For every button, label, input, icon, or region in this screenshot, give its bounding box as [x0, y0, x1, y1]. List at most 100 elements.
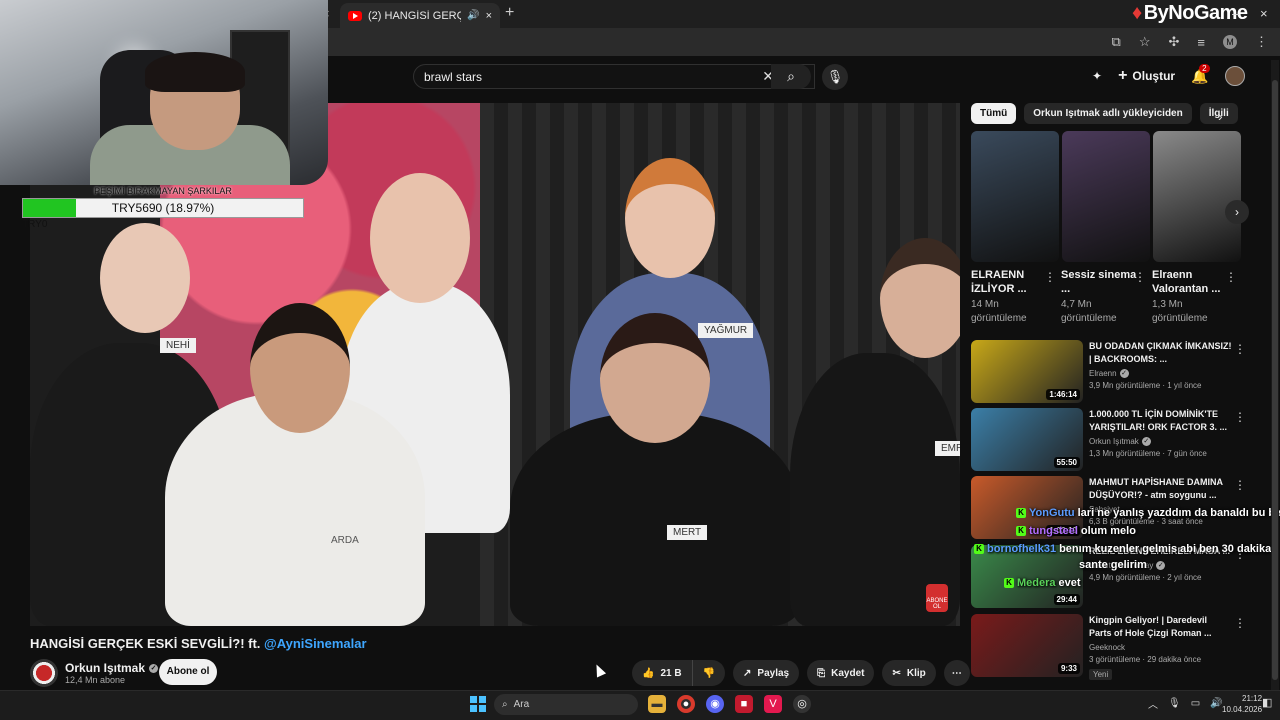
donation-goal-title: PEŞİMİ BIRAKMAYAN ŞARKILAR — [94, 186, 232, 196]
profile-avatar[interactable]: M — [1223, 35, 1237, 49]
notifications-button[interactable]: 🔔 2 — [1191, 63, 1210, 85]
channel-avatar[interactable] — [30, 659, 58, 687]
window-close-button[interactable]: × — [1260, 6, 1268, 21]
create-button[interactable]: + Oluştur — [1118, 67, 1175, 85]
channel-name-row[interactable]: Orkun Işıtmak ✓ — [65, 661, 159, 675]
donation-goal-bar: TRY5690 (18.97%) — [22, 198, 304, 218]
short-menu-icon[interactable]: ⋮ — [1225, 270, 1237, 284]
shorts-next-button[interactable]: › — [1225, 200, 1249, 224]
toolbar-icons: ⧉ ☆ ✣ ≡ M ⋮ — [1112, 34, 1268, 50]
related-menu-icon[interactable]: ⋮ — [1234, 616, 1246, 630]
short-thumbnail[interactable] — [1062, 131, 1150, 262]
volume-tray-icon[interactable]: 🔊 — [1210, 698, 1222, 709]
app-red-icon[interactable]: ■ — [735, 695, 753, 713]
clip-label: Klip — [906, 667, 926, 679]
share-button[interactable]: ↗ Paylaş — [733, 660, 800, 686]
more-actions-button[interactable]: ⋯ — [943, 660, 970, 686]
notification-center-icon[interactable]: ◧ — [1262, 696, 1272, 709]
steam-icon[interactable]: ◎ — [793, 695, 811, 713]
tray-expand-icon[interactable]: ︿ — [1148, 696, 1158, 711]
windows-start-icon[interactable] — [470, 696, 486, 712]
browser-tab-youtube[interactable]: (2) HANGİSİ GERÇEK ESKİ S 🔊 × — [340, 3, 500, 28]
new-tab-button[interactable]: + — [505, 4, 514, 22]
short-info[interactable]: Sessiz sinema ... 4,7 Mn görüntüleme ⋮ — [1061, 268, 1146, 326]
taskbar-apps: ▬ ● ◉ ■ V ◎ — [648, 695, 811, 713]
chat-username: bornofhelk31 — [987, 543, 1057, 555]
display-tray-icon[interactable]: ▭ — [1191, 698, 1200, 709]
flame-icon: ♦ — [1132, 2, 1142, 24]
save-button[interactable]: ⎘ Kaydet — [807, 660, 875, 686]
search-button[interactable]: ⌕ — [771, 64, 811, 89]
short-info[interactable]: Elraenn Valorantan ... 1,3 Mn görüntülem… — [1152, 268, 1237, 326]
video-thumbnail[interactable]: 55:50 — [971, 408, 1083, 471]
browser-menu-icon[interactable]: ⋮ — [1255, 34, 1268, 50]
taskbar-search[interactable]: ⌕ Ara — [494, 694, 638, 715]
related-video[interactable]: 9:33 Kingpin Geliyor! | Daredevil Parts … — [971, 614, 1246, 680]
video-actions: 👍 21 B 👎 ↗ Paylaş ⎘ Kaydet ✂ Klip ⋯ — [632, 660, 970, 686]
channel-name[interactable]: Orkun Işıtmak — [65, 661, 145, 675]
chip-all[interactable]: Tümü — [971, 103, 1017, 124]
like-dislike-group: 👍 21 B 👎 — [632, 660, 726, 686]
bookmark-star-icon[interactable]: ☆ — [1139, 34, 1151, 50]
tab-close-icon[interactable]: × — [486, 10, 492, 22]
related-menu-icon[interactable]: ⋮ — [1234, 410, 1246, 424]
short-menu-icon[interactable]: ⋮ — [1044, 270, 1056, 284]
verified-check-icon: ✓ — [1141, 437, 1151, 446]
voice-search-button[interactable]: 🎙 — [822, 64, 848, 90]
verified-check-icon: ✓ — [1156, 561, 1166, 570]
video-title-mention-link[interactable]: @AyniSinemalar — [264, 636, 367, 651]
related-meta: 3,9 Mn görüntüleme · 1 yıl önce — [1089, 381, 1202, 390]
related-channel[interactable]: Orkun Işıtmak ✓ — [1089, 437, 1232, 446]
chat-text: benım kuzenler gelmis abi ben 30 dakika — [1059, 543, 1272, 555]
scrollbar-thumb[interactable] — [1272, 80, 1278, 680]
taskbar-clock[interactable]: 21:12 10.04.2026 — [1222, 693, 1262, 715]
valorant-icon[interactable]: V — [764, 695, 782, 713]
related-title[interactable]: Kingpin Geliyor! | Daredevil Parts of Ho… — [1089, 614, 1232, 640]
related-title[interactable]: BU ODADAN ÇIKMAK İMKANSIZ! | BACKROOMS: … — [1089, 340, 1232, 366]
short-info[interactable]: ELRAENN İZLİYOR ... 14 Mn görüntüleme ⋮ — [971, 268, 1056, 326]
short-menu-icon[interactable]: ⋮ — [1134, 270, 1146, 284]
related-video[interactable]: 55:50 1.000.000 TL İÇİN DOMİNİK'TE YARIŞ… — [971, 408, 1246, 472]
related-channel[interactable]: Elraenn ✓ — [1089, 369, 1232, 378]
video-title-text: HANGİSİ GERÇEK ESKİ SEVGİLİ?! ft. — [30, 636, 265, 651]
person-center-back-head — [370, 173, 470, 303]
video-thumbnail[interactable]: 1:46:14 — [971, 340, 1083, 403]
short-thumbnail[interactable] — [971, 131, 1059, 262]
like-button[interactable]: 👍 21 B — [632, 660, 693, 686]
thumbs-up-icon: 👍 — [642, 667, 655, 679]
webcam-streamer-hair — [145, 52, 245, 92]
video-thumbnail[interactable]: 9:33 — [971, 614, 1083, 677]
related-channel[interactable]: Geeknock — [1089, 643, 1232, 652]
cast-icon[interactable]: ⧉ — [1112, 34, 1121, 50]
extensions-icon[interactable]: ✣ — [1169, 34, 1180, 50]
related-menu-icon[interactable]: ⋮ — [1234, 478, 1246, 492]
short-views: 4,7 Mn görüntüleme — [1061, 299, 1117, 324]
new-badge: Yeni — [1089, 669, 1113, 680]
file-explorer-icon[interactable]: ▬ — [648, 695, 666, 713]
chrome-icon[interactable]: ● — [677, 695, 695, 713]
discord-icon[interactable]: ◉ — [706, 695, 724, 713]
related-meta: 4,9 Mn görüntüleme · 2 yıl önce — [1089, 573, 1202, 582]
video-duration: 29:44 — [1053, 594, 1080, 605]
clip-button[interactable]: ✂ Klip — [882, 660, 936, 686]
bookmark-icon: ⎘ — [817, 667, 826, 679]
subscribe-watermark-badge[interactable]: ABONE OL — [926, 584, 948, 612]
chips-next-icon[interactable]: › — [1218, 108, 1223, 124]
media-control-icon[interactable]: ≡ — [1197, 35, 1205, 50]
related-video[interactable]: 1:46:14 BU ODADAN ÇIKMAK İMKANSIZ! | BAC… — [971, 340, 1246, 404]
subscribe-button[interactable]: Abone ol — [159, 659, 217, 685]
dislike-button[interactable]: 👎 — [693, 668, 725, 679]
related-title[interactable]: MAHMUT HAPİSHANE DAMINA DÜŞÜYOR!? - atm … — [1089, 476, 1232, 502]
related-menu-icon[interactable]: ⋮ — [1234, 342, 1246, 356]
ai-search-icon[interactable]: ✦ — [1092, 69, 1102, 83]
tab-audio-icon[interactable]: 🔊 — [467, 10, 479, 21]
related-info: BU ODADAN ÇIKMAK İMKANSIZ! | BACKROOMS: … — [1089, 340, 1246, 404]
microphone-tray-icon[interactable]: 🎙 — [1168, 698, 1181, 709]
related-title[interactable]: 1.000.000 TL İÇİN DOMİNİK'TE YARIŞTILAR!… — [1089, 408, 1232, 434]
name-tag-yagmur: YAĞMUR — [698, 323, 754, 338]
search-input[interactable]: brawl stars ✕ — [413, 64, 815, 89]
user-avatar[interactable] — [1224, 66, 1245, 86]
short-thumbnail[interactable] — [1153, 131, 1241, 262]
chip-from-uploader[interactable]: Orkun Işıtmak adlı yükleyiciden — [1024, 103, 1192, 124]
minimize-button[interactable]: – — [1232, 6, 1239, 21]
